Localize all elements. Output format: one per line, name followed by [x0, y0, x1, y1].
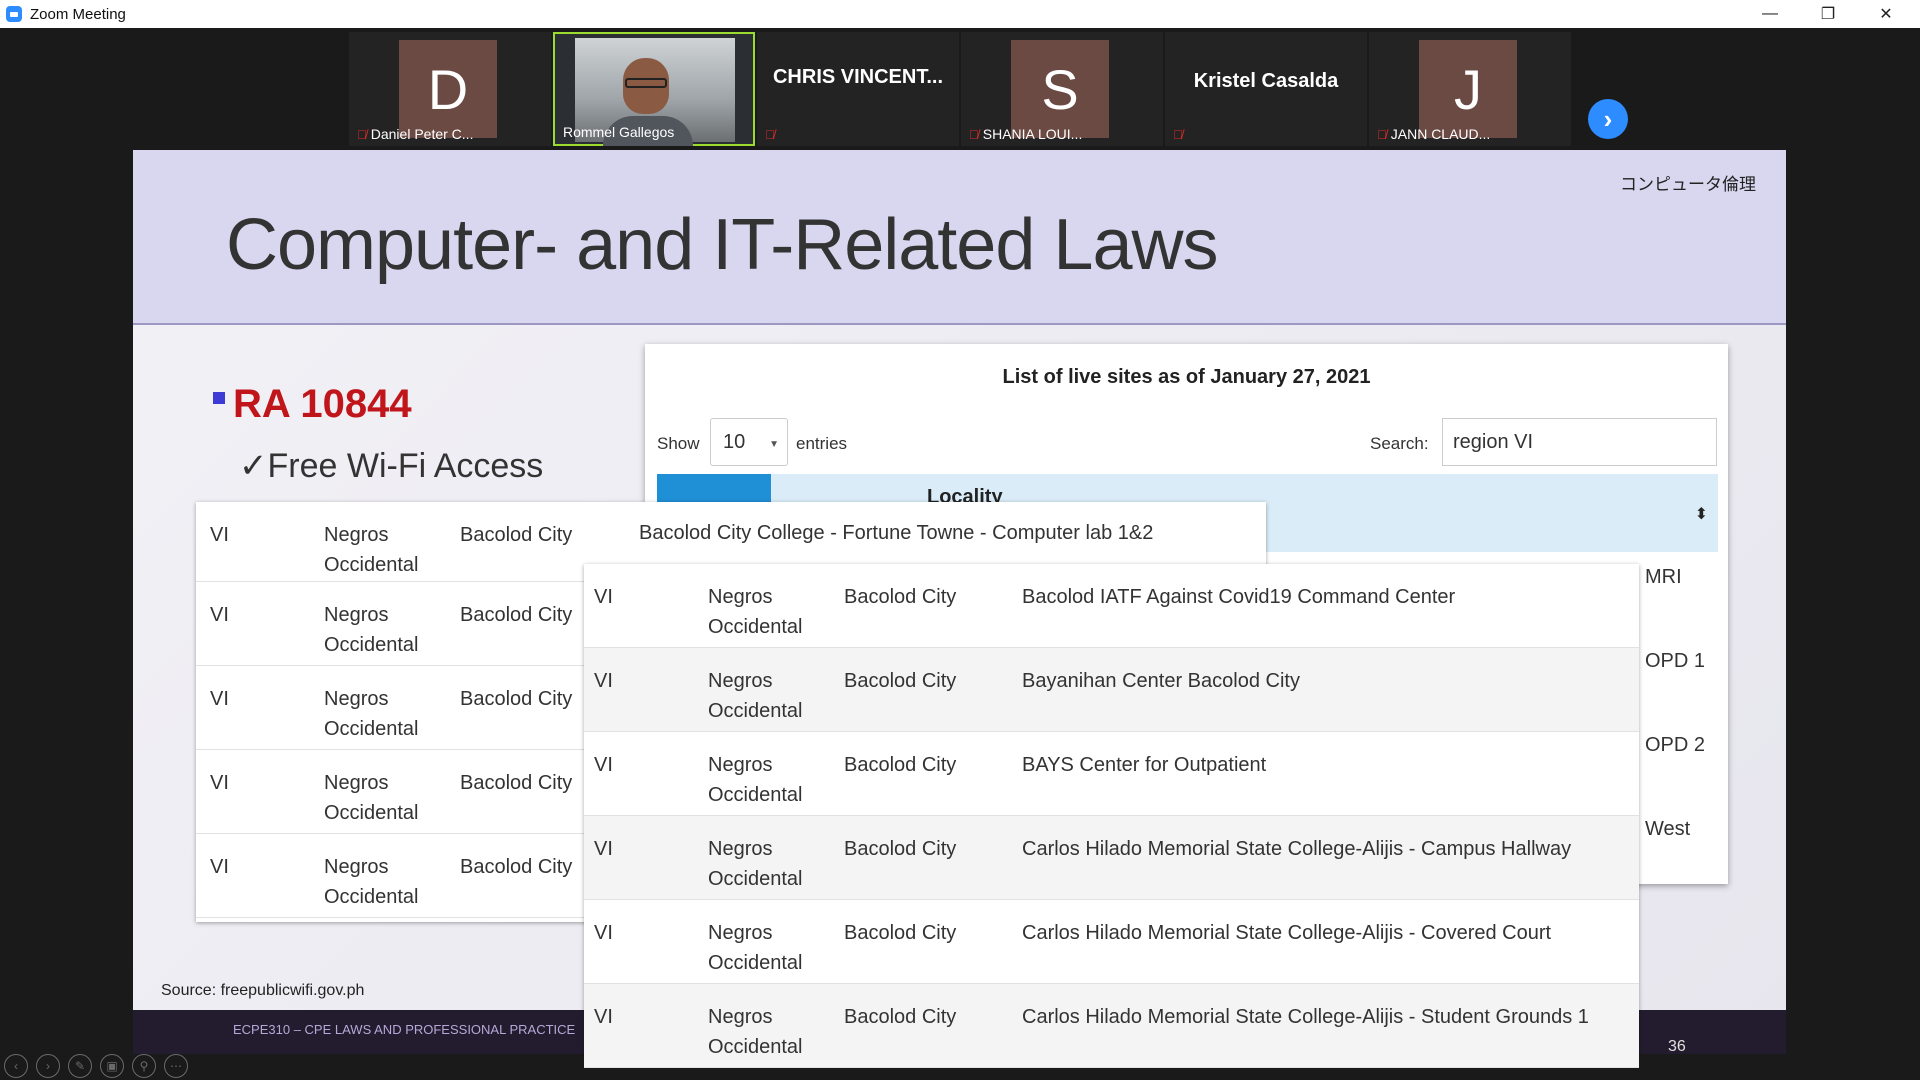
- table-row[interactable]: VI Negros Occidental Bacolod City Carlos…: [584, 816, 1639, 900]
- table-row[interactable]: VI Negros Occidental Bacolod City Bayani…: [584, 648, 1639, 732]
- participant-tile[interactable]: CHRIS VINCENT... 🎙̸: [757, 32, 959, 146]
- square-bullet-icon: [213, 391, 225, 404]
- source-note: Source: freepublicwifi.gov.ph: [161, 982, 365, 999]
- check-item: ✓Free Wi-Fi Access: [239, 447, 544, 485]
- next-slide-icon[interactable]: ›: [36, 1054, 60, 1078]
- entries-label: entries: [796, 434, 848, 453]
- cut-off-cell: OPD 2: [1645, 734, 1706, 756]
- avatar: D: [399, 40, 497, 138]
- prev-slide-icon[interactable]: ‹: [4, 1054, 28, 1078]
- caret-down-icon: ▼: [769, 439, 779, 450]
- participant-name: Daniel Peter C...: [370, 126, 474, 142]
- slide-subject: コンピュータ倫理: [1620, 175, 1756, 194]
- sites-table-front: VI Negros Occidental Bacolod City Bacolo…: [584, 564, 1639, 1068]
- participant-tile-active-speaker[interactable]: Rommel Gallegos: [553, 32, 755, 146]
- cut-off-cell: MRI: [1645, 566, 1682, 588]
- zoom-app-icon: [6, 6, 22, 22]
- avatar: S: [1011, 40, 1109, 138]
- participant-name: CHRIS VINCENT...: [772, 66, 944, 88]
- close-button[interactable]: ✕: [1858, 0, 1914, 28]
- window-title: Zoom Meeting: [30, 5, 126, 23]
- avatar: J: [1419, 40, 1517, 138]
- minimize-button[interactable]: —: [1742, 0, 1798, 28]
- table-row[interactable]: VI Negros Occidental Bacolod City Bacolo…: [584, 564, 1639, 648]
- participant-name: JANN CLAUD...: [1390, 126, 1491, 142]
- slide-controls: ‹ › ✎ ▣ ⚲ ⋯: [4, 1054, 188, 1078]
- participant-tile[interactable]: D 🎙̸ Daniel Peter C...: [349, 32, 551, 146]
- muted-mic-icon: 🎙̸: [1377, 126, 1387, 142]
- muted-mic-icon: 🎙̸: [1173, 127, 1183, 142]
- slide-title: Computer- and IT-Related Laws: [226, 205, 1218, 285]
- law-heading: RA 10844: [213, 382, 412, 427]
- participant-name: Kristel Casalda: [1193, 70, 1339, 92]
- table-row[interactable]: VI Negros Occidental Bacolod City BAYS C…: [584, 732, 1639, 816]
- sort-icon[interactable]: ⬍: [1695, 504, 1708, 524]
- entries-select[interactable]: 10 ▼: [710, 418, 788, 466]
- muted-mic-icon: 🎙̸: [357, 126, 367, 142]
- muted-mic-icon: 🎙̸: [969, 126, 979, 142]
- participant-tile[interactable]: S 🎙̸ SHANIA LOUI...: [961, 32, 1163, 146]
- pen-icon[interactable]: ✎: [68, 1054, 92, 1078]
- participant-tile[interactable]: Kristel Casalda 🎙̸: [1165, 32, 1367, 146]
- search-label: Search:: [1370, 434, 1429, 453]
- next-page-arrow-icon[interactable]: ›: [1588, 99, 1628, 139]
- participant-gallery: D 🎙̸ Daniel Peter C... Rommel Gallegos CH…: [0, 28, 1920, 150]
- cut-off-cell: OPD 1: [1645, 650, 1706, 672]
- more-icon[interactable]: ⋯: [164, 1054, 188, 1078]
- show-label: Show: [657, 434, 700, 453]
- participant-name: SHANIA LOUI...: [982, 126, 1083, 142]
- slide-page-number: 36: [1668, 1038, 1686, 1055]
- slide-header: コンピュータ倫理 Computer- and IT-Related Laws: [133, 150, 1786, 325]
- muted-mic-icon: 🎙̸: [765, 127, 775, 142]
- participant-tile[interactable]: J 🎙̸ JANN CLAUD...: [1369, 32, 1571, 146]
- zoom-icon[interactable]: ⚲: [132, 1054, 156, 1078]
- table-row[interactable]: VI Negros Occidental Bacolod City Carlos…: [584, 900, 1639, 984]
- restore-button[interactable]: ❐: [1800, 0, 1856, 28]
- table-row[interactable]: VI Negros Occidental Bacolod City Carlos…: [584, 984, 1639, 1068]
- window-titlebar: Zoom Meeting — ❐ ✕: [0, 0, 1920, 28]
- widget-title: List of live sites as of January 27, 202…: [1002, 366, 1371, 388]
- cut-off-cell: West: [1645, 818, 1691, 840]
- participant-name: Rommel Gallegos: [563, 124, 675, 140]
- search-input[interactable]: region VI: [1442, 418, 1717, 466]
- footer-course: ECPE310 – CPE LAWS AND PROFESSIONAL PRAC…: [233, 1022, 576, 1037]
- slides-icon[interactable]: ▣: [100, 1054, 124, 1078]
- law-number: RA 10844: [233, 382, 412, 426]
- checkmark-icon: ✓: [239, 447, 268, 485]
